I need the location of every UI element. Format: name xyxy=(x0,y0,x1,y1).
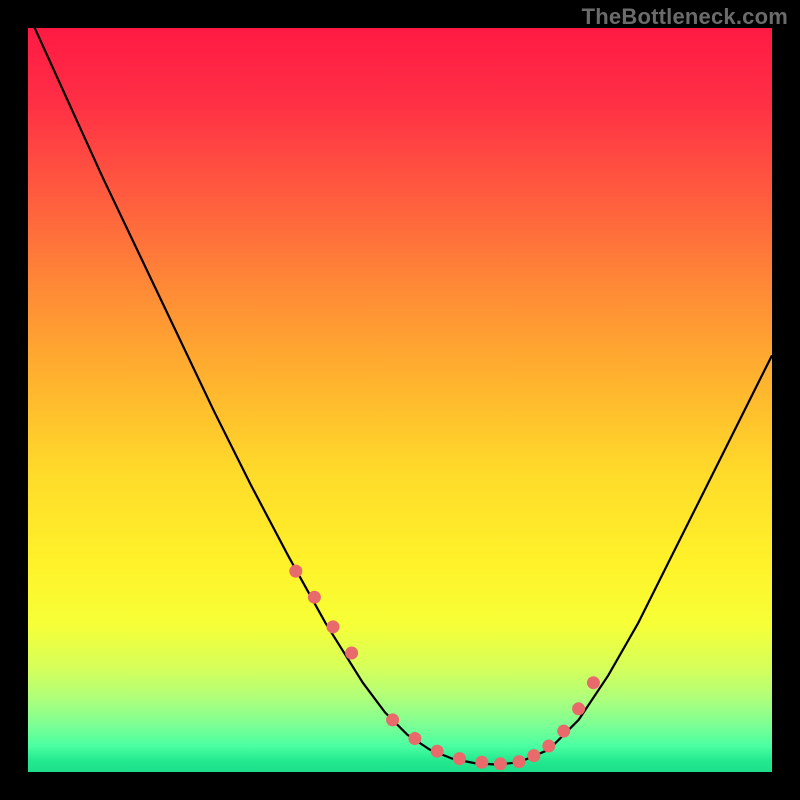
marker-dot xyxy=(527,749,540,762)
marker-dot xyxy=(475,756,488,769)
marker-dot xyxy=(431,745,444,758)
marker-dot xyxy=(453,752,466,765)
chart-frame: TheBottleneck.com xyxy=(0,0,800,800)
marker-dot xyxy=(289,565,302,578)
bottleneck-curve xyxy=(28,28,772,765)
marker-dot xyxy=(513,755,526,768)
marker-dot xyxy=(386,713,399,726)
marker-dot xyxy=(542,740,555,753)
watermark-text: TheBottleneck.com xyxy=(582,4,788,30)
marker-dot xyxy=(494,757,507,770)
marker-dot xyxy=(327,620,340,633)
curve-layer xyxy=(28,28,772,772)
highlight-dots xyxy=(289,565,600,771)
marker-dot xyxy=(587,676,600,689)
marker-dot xyxy=(557,725,570,738)
marker-dot xyxy=(345,647,358,660)
marker-dot xyxy=(408,732,421,745)
plot-area xyxy=(28,28,772,772)
marker-dot xyxy=(572,702,585,715)
marker-dot xyxy=(308,591,321,604)
